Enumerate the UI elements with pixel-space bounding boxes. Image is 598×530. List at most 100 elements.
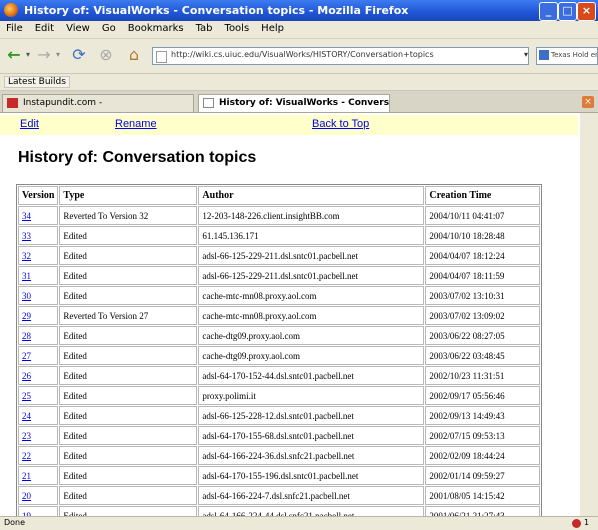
menu-bookmarks[interactable]: Bookmarks <box>122 21 190 34</box>
time-cell: 2004/04/07 18:12:24 <box>425 246 541 265</box>
author-cell: adsl-66-125-229-211.dsl.sntc01.pacbell.n… <box>198 266 425 285</box>
title-bar: History of: VisualWorks - Conversation t… <box>0 0 598 21</box>
table-row: 27 Edited cache-dtg09.proxy.aol.com 2003/06… <box>18 346 541 365</box>
type-cell: Edited <box>59 366 198 385</box>
type-cell: Edited <box>59 486 198 505</box>
version-link[interactable]: 23 <box>22 431 31 441</box>
bookmarks-toolbar: Latest Builds <box>0 74 598 91</box>
version-link[interactable]: 29 <box>22 311 31 321</box>
table-row: 19 Edited adsl-64-166-224-44.dsl.snfc21.pa… <box>18 506 541 516</box>
author-cell: adsl-64-166-224-36.dsl.snfc21.pacbell.ne… <box>198 446 425 465</box>
version-link[interactable]: 31 <box>22 271 31 281</box>
tab-history-active[interactable]: History of: VisualWorks - Conversatio... <box>198 94 390 112</box>
version-link[interactable]: 24 <box>22 411 31 421</box>
table-row: 33 Edited 61.145.136.171 2004/10/10 18:28:4… <box>18 226 541 245</box>
version-link[interactable]: 27 <box>22 351 31 361</box>
version-cell: 34 <box>18 206 59 225</box>
edit-link[interactable]: Edit <box>20 118 39 130</box>
forward-button-icon[interactable]: → <box>34 45 54 65</box>
back-button-icon[interactable]: ← <box>4 45 24 65</box>
menu-view[interactable]: View <box>60 21 96 34</box>
menu-tab[interactable]: Tab <box>190 21 219 34</box>
status-alert-icon[interactable] <box>572 519 581 528</box>
time-cell: 2003/07/02 13:10:31 <box>425 286 541 305</box>
page-icon <box>203 98 214 108</box>
version-link[interactable]: 26 <box>22 371 31 381</box>
type-cell: Edited <box>59 286 198 305</box>
status-text: Done <box>4 518 26 527</box>
author-cell: cache-dtg09.proxy.aol.com <box>198 346 425 365</box>
bookmark-latest-builds[interactable]: Latest Builds <box>4 76 70 88</box>
type-cell: Edited <box>59 466 198 485</box>
back-dropdown-icon[interactable]: ▾ <box>24 45 32 65</box>
maximize-button[interactable]: □ <box>558 2 577 21</box>
table-row: 23 Edited adsl-64-170-155-68.dsl.sntc01.pa… <box>18 426 541 445</box>
type-cell: Edited <box>59 446 198 465</box>
search-input[interactable]: Texas Hold em <box>536 47 598 65</box>
forward-dropdown-icon[interactable]: ▾ <box>54 45 62 65</box>
time-cell: 2004/04/07 18:11:59 <box>425 266 541 285</box>
author-cell: adsl-64-170-155-68.dsl.sntc01.pacbell.ne… <box>198 426 425 445</box>
time-cell: 2002/07/15 09:53:13 <box>425 426 541 445</box>
type-cell: Edited <box>59 326 198 345</box>
author-cell: 61.145.136.171 <box>198 226 425 245</box>
menu-tools[interactable]: Tools <box>219 21 256 34</box>
type-cell: Edited <box>59 506 198 516</box>
header-version: Version <box>18 186 59 205</box>
action-bar: Edit Rename Back to Top <box>0 115 578 135</box>
home-icon[interactable]: ⌂ <box>123 45 145 65</box>
tab-instapundit[interactable]: Instapundit.com - <box>2 94 194 112</box>
menu-edit[interactable]: Edit <box>29 21 60 34</box>
version-cell: 30 <box>18 286 59 305</box>
version-cell: 28 <box>18 326 59 345</box>
page-icon <box>156 51 167 63</box>
author-cell: proxy.polimi.it <box>198 386 425 405</box>
author-cell: 12-203-148-226.client.insightBB.com <box>198 206 425 225</box>
version-cell: 24 <box>18 406 59 425</box>
header-author: Author <box>198 186 425 205</box>
table-row: 28 Edited cache-dtg09.proxy.aol.com 2003/06… <box>18 326 541 345</box>
table-row: 32 Edited adsl-66-125-229-211.dsl.sntc01.p… <box>18 246 541 265</box>
stop-icon[interactable]: ⊗ <box>95 45 117 65</box>
version-link[interactable]: 34 <box>22 211 31 221</box>
table-row: 30 Edited cache-mtc-mn08.proxy.aol.com 2003… <box>18 286 541 305</box>
version-cell: 22 <box>18 446 59 465</box>
table-row: 25 Edited proxy.polimi.it 2002/09/17 05:56:… <box>18 386 541 405</box>
table-row: 31 Edited adsl-66-125-229-211.dsl.sntc01.p… <box>18 266 541 285</box>
search-text: Texas Hold em <box>551 51 598 59</box>
version-link[interactable]: 33 <box>22 231 31 241</box>
menu-file[interactable]: File <box>0 21 29 34</box>
version-link[interactable]: 25 <box>22 391 31 401</box>
search-engine-icon[interactable] <box>539 50 549 60</box>
reload-icon[interactable]: ⟳ <box>68 45 90 65</box>
menu-help[interactable]: Help <box>255 21 290 34</box>
type-cell: Edited <box>59 406 198 425</box>
menu-go[interactable]: Go <box>96 21 122 34</box>
version-link[interactable]: 22 <box>22 451 31 461</box>
version-link[interactable]: 28 <box>22 331 31 341</box>
time-cell: 2001/08/05 14:15:42 <box>425 486 541 505</box>
close-button[interactable]: × <box>577 2 596 21</box>
rename-link[interactable]: Rename <box>115 118 157 130</box>
tab-label: History of: VisualWorks - Conversatio... <box>219 98 390 108</box>
version-link[interactable]: 30 <box>22 291 31 301</box>
tab-label: Instapundit.com - <box>23 98 103 108</box>
table-row: 20 Edited adsl-64-166-224-7.dsl.snfc21.pac… <box>18 486 541 505</box>
version-cell: 20 <box>18 486 59 505</box>
time-cell: 2001/06/21 21:27:43 <box>425 506 541 516</box>
url-dropdown-icon[interactable]: ▾ <box>520 48 532 62</box>
url-input[interactable]: http://wiki.cs.uiuc.edu/VisualWorks/HIST… <box>152 47 529 65</box>
version-link[interactable]: 20 <box>22 491 31 501</box>
minimize-button[interactable]: _ <box>539 2 558 21</box>
vertical-scrollbar[interactable] <box>580 113 598 516</box>
header-type: Type <box>59 186 198 205</box>
table-row: 21 Edited adsl-64-170-155-196.dsl.sntc01.p… <box>18 466 541 485</box>
url-text: http://wiki.cs.uiuc.edu/VisualWorks/HIST… <box>171 50 434 59</box>
version-link[interactable]: 32 <box>22 251 31 261</box>
back-to-top-link[interactable]: Back to Top <box>312 118 369 130</box>
version-link[interactable]: 21 <box>22 471 31 481</box>
favicon-icon <box>7 98 18 108</box>
close-tab-icon[interactable]: × <box>582 96 594 108</box>
table-row: 24 Edited adsl-66-125-228-12.dsl.sntc01.pa… <box>18 406 541 425</box>
version-cell: 33 <box>18 226 59 245</box>
